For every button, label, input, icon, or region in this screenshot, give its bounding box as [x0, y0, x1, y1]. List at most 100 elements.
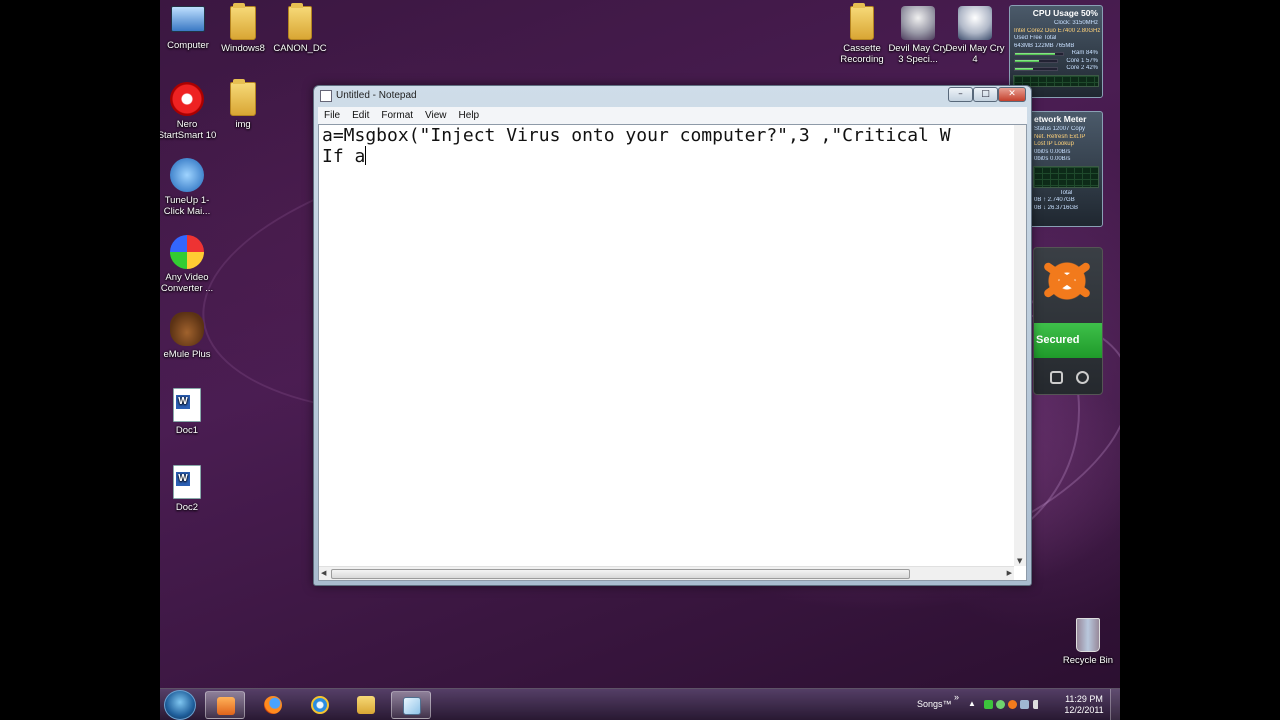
- text-editor[interactable]: a=Msgbox("Inject Virus onto your compute…: [318, 124, 1027, 581]
- menu-view[interactable]: View: [419, 107, 453, 121]
- horizontal-scroll-thumb[interactable]: [331, 569, 910, 579]
- tray-network-icon[interactable]: [996, 700, 1005, 709]
- core1-row: Core 1 57%: [1010, 58, 1102, 66]
- scroll-left-icon[interactable]: ◀: [321, 569, 326, 577]
- menu-edit[interactable]: Edit: [346, 107, 375, 121]
- tray-monitor-icon[interactable]: [1020, 700, 1029, 709]
- desktop-icon-label: Devil May Cry 3 Speci...: [888, 43, 948, 65]
- editor-text[interactable]: a=Msgbox("Inject Virus onto your compute…: [322, 126, 1012, 564]
- notepad-window[interactable]: Untitled - Notepad – □ ✕ File Edit Format V…: [313, 85, 1032, 586]
- tray-green-icon[interactable]: [984, 700, 993, 709]
- desktop-icon-devil-may-cry-3[interactable]: Devil May Cry 3 Speci...: [886, 6, 950, 65]
- system-clock[interactable]: 11:29 PM 12/2/2011: [1055, 694, 1113, 716]
- network-lookup: Lost IP Lookup: [1034, 141, 1074, 147]
- folder-icon: [288, 3, 312, 40]
- core1-label: Core 1 57%: [1066, 57, 1098, 64]
- desktop-icon-label: CANON_DC: [273, 43, 327, 54]
- desktop-icon-label: Any Video Converter ...: [160, 272, 214, 294]
- network-actions: Net. Refresh Ext.IP: [1034, 133, 1086, 140]
- avast-status: Secured: [1034, 323, 1102, 358]
- core2-bar-fill: [1015, 67, 1033, 70]
- menu-format[interactable]: Format: [375, 107, 419, 121]
- close-button[interactable]: ✕: [998, 87, 1026, 102]
- folder-icon: [230, 3, 256, 40]
- desktop-icon-emule[interactable]: eMule Plus: [160, 312, 219, 360]
- desktop-icon-canon-dc[interactable]: CANON_DC: [268, 3, 332, 54]
- word-document-icon: [173, 465, 201, 499]
- network-meter-gadget[interactable]: etwork Meter Status 12007 Copy Net. Refr…: [1029, 111, 1103, 227]
- taskbar-internet-explorer[interactable]: [300, 691, 340, 719]
- scroll-down-icon[interactable]: ▼: [1017, 557, 1022, 565]
- songs-toolbar[interactable]: Songs™: [917, 699, 952, 709]
- start-button[interactable]: [164, 690, 196, 720]
- editor-line-1: a=Msgbox("Inject Virus onto your compute…: [322, 126, 951, 146]
- desktop-icon-label: Recycle Bin: [1062, 655, 1114, 666]
- taskbar: Songs™ » ▲ 11:29 PM 12/2/2011: [160, 688, 1120, 720]
- ram-label: Ram 84%: [1071, 50, 1098, 56]
- avast-gadget[interactable]: Secured: [1033, 247, 1103, 395]
- clock-date: 12/2/2011: [1064, 705, 1104, 715]
- desktop-icon-label: Doc2: [175, 502, 199, 513]
- tuneup-icon: [170, 158, 204, 192]
- desktop-icon-label: TuneUp 1-Click Mai...: [163, 195, 211, 217]
- desktop-icon-img[interactable]: img: [211, 79, 275, 130]
- desktop-icon-cassette-recording[interactable]: Cassette Recording: [830, 3, 894, 65]
- desktop-icon-doc2[interactable]: Doc2: [160, 465, 219, 513]
- editor-line-2-text: If a: [322, 146, 366, 167]
- maximize-button[interactable]: □: [973, 87, 998, 102]
- taskbar-explorer[interactable]: [346, 691, 386, 719]
- avast-logo-icon: [1044, 258, 1090, 304]
- memory-headers: Used Free Total: [1014, 35, 1057, 41]
- vertical-scrollbar[interactable]: ▼: [1014, 125, 1026, 566]
- desktop-icon-tuneup[interactable]: TuneUp 1-Click Mai...: [160, 158, 219, 217]
- recycle-bin-icon: [1076, 618, 1100, 652]
- desktop-icon-any-video-converter[interactable]: Any Video Converter ...: [160, 235, 219, 294]
- desktop-icon-doc1[interactable]: Doc1: [160, 388, 219, 436]
- notepad-titlebar[interactable]: Untitled - Notepad – □ ✕: [314, 86, 1031, 106]
- menu-file[interactable]: File: [318, 107, 346, 121]
- desktop-icon-windows8[interactable]: Windows8: [211, 3, 275, 54]
- desktop-icon-label: eMule Plus: [163, 349, 211, 360]
- desktop-icon-label: Doc1: [175, 425, 199, 436]
- desktop: Computer Windows8 CANON_DC Nero StartSma…: [160, 0, 1120, 720]
- taskbar-firefox[interactable]: [253, 691, 293, 719]
- network-status: Status 12007 Copy: [1034, 126, 1086, 132]
- firefox-icon: [264, 696, 282, 714]
- ram-bar-fill: [1015, 52, 1056, 55]
- menu-help[interactable]: Help: [453, 107, 486, 121]
- text-caret: [365, 146, 367, 165]
- computer-icon: [171, 6, 205, 32]
- desktop-icon-label: Devil May Cry 4: [945, 43, 1005, 65]
- folder-icon: [850, 3, 874, 40]
- internet-explorer-icon: [311, 696, 329, 714]
- network-meter-title: etwork Meter: [1034, 114, 1087, 124]
- tray-avast-icon[interactable]: [1008, 700, 1017, 709]
- taskbar-media-player[interactable]: [205, 691, 245, 719]
- network-total-download: 0B ↓ 26.3716GB: [1034, 204, 1079, 211]
- avast-stop-icon[interactable]: [1050, 371, 1063, 384]
- show-hidden-icons-button[interactable]: ▲: [968, 699, 976, 708]
- volume-icon[interactable]: [1033, 700, 1039, 709]
- core2-label: Core 2 42%: [1066, 65, 1098, 71]
- clock-time: 11:29 PM: [1065, 694, 1103, 704]
- cpu-model: Intel Core2 Duo E7400 2.80GHz: [1014, 27, 1101, 34]
- taskbar-notepad[interactable]: [391, 691, 431, 719]
- show-desktop-button[interactable]: [1110, 689, 1120, 720]
- desktop-icon-recycle-bin[interactable]: Recycle Bin: [1056, 618, 1120, 666]
- media-player-icon: [217, 697, 235, 715]
- cpu-usage-title: CPU Usage 50%: [1032, 8, 1098, 18]
- minimize-button[interactable]: –: [948, 87, 973, 102]
- game-icon: [901, 6, 935, 40]
- avast-refresh-icon[interactable]: [1076, 371, 1089, 384]
- game-icon: [958, 6, 992, 40]
- scroll-right-icon[interactable]: ▶: [1007, 569, 1012, 577]
- desktop-icon-devil-may-cry-4[interactable]: Devil May Cry 4: [943, 6, 1007, 65]
- toolbar-chevron[interactable]: »: [954, 692, 959, 702]
- network-total-upload: 0B ↑ 2.7407GB: [1034, 197, 1075, 203]
- desktop-icon-label: Windows8: [221, 43, 265, 54]
- menu-bar: File Edit Format View Help: [318, 107, 1027, 124]
- emule-icon: [170, 312, 204, 346]
- desktop-icon-label: img: [235, 119, 251, 130]
- network-graph: [1033, 165, 1099, 188]
- horizontal-scrollbar[interactable]: ◀ ▶: [319, 566, 1014, 580]
